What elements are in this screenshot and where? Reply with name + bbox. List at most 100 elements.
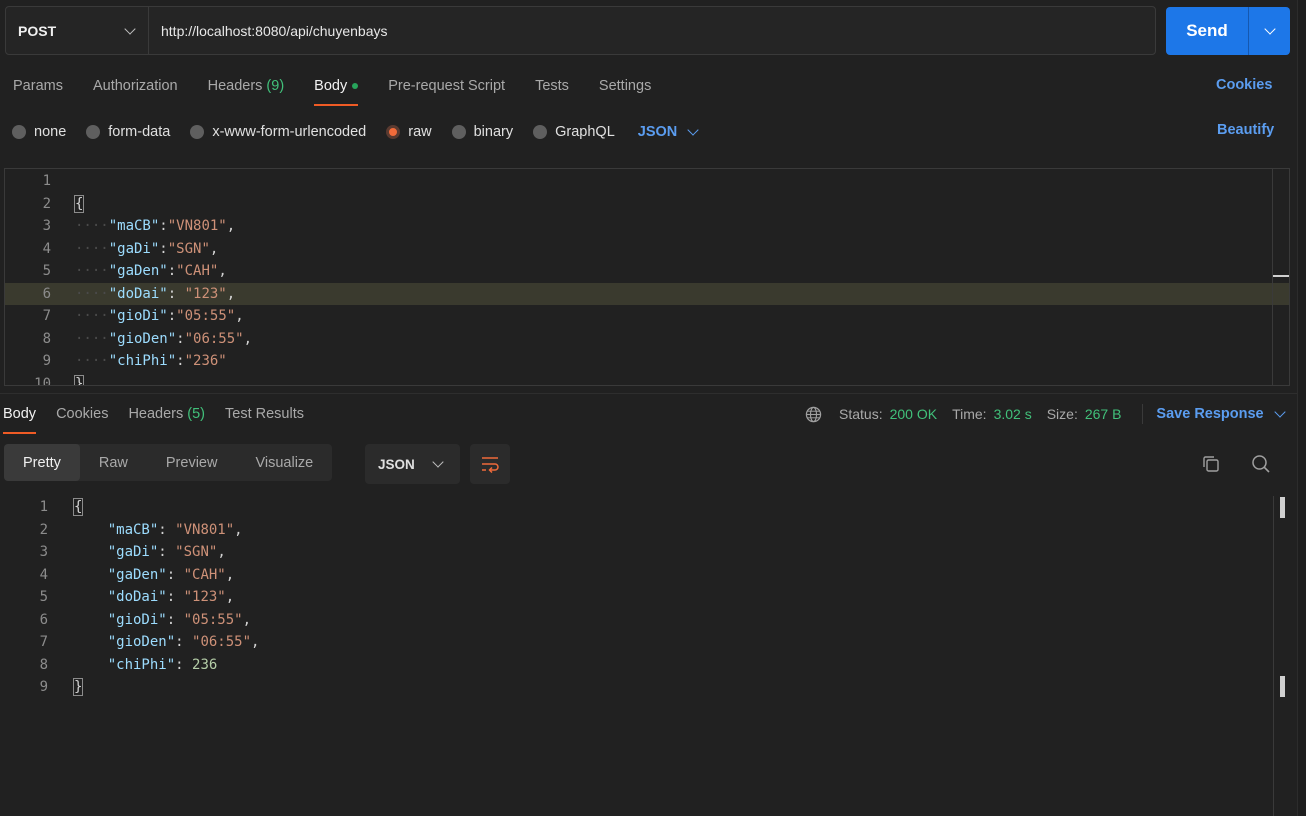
code-text: ····"gaDi":"SGN", [51,238,218,261]
wrap-lines-button[interactable] [470,444,510,484]
json-key: "maCB" [107,521,159,538]
window-edge [1297,0,1306,816]
radio-label: none [34,124,67,140]
save-response-button[interactable]: Save Response [1156,406,1286,422]
separator [1142,404,1144,424]
radio-form-data[interactable]: form-data [86,124,170,140]
time-value[interactable]: 3.02 s [994,406,1032,422]
colon: : [176,353,185,369]
url-input[interactable] [149,7,1155,54]
viewer-line: 5 "doDai": "123", [0,586,1290,609]
comma: , [218,263,227,279]
radio-circle [451,125,466,139]
cookies-link[interactable]: Cookies [1216,77,1272,93]
radio-circle [190,125,205,139]
headers-count-badge: (5) [187,406,205,422]
viewer-line: 2 "maCB": "VN801", [0,519,1290,542]
globe-icon[interactable] [805,406,822,423]
editor-scrollbar[interactable] [1272,169,1289,385]
json-value: "CAH" [176,263,219,279]
tab-label: Test Results [225,406,304,422]
brace: } [73,374,85,385]
json-key: "gioDi" [108,308,168,324]
search-button[interactable] [1249,452,1273,476]
line-number: 2 [39,521,48,538]
radio-label: GraphQL [555,124,615,140]
response-format-select[interactable]: JSON [365,444,460,484]
json-value: "06:55" [192,634,252,650]
tab-body[interactable]: Body [314,70,359,106]
tab-authorization[interactable]: Authorization [93,70,178,102]
pane-divider[interactable] [0,393,1306,394]
tab-pre-request-script[interactable]: Pre-request Script [388,70,505,102]
colon: : [159,218,168,234]
tab-headers[interactable]: Headers (9) [208,70,285,102]
method-label: POST [18,22,57,39]
copy-icon [1203,456,1219,472]
body-format-select[interactable]: JSON [638,124,699,140]
view-raw[interactable]: Raw [80,444,147,481]
tab-test-results[interactable]: Test Results [225,398,304,430]
radio-none[interactable]: none [12,124,66,140]
json-key: "gaDen" [107,566,167,583]
scroll-thumb[interactable] [1280,497,1285,518]
size-label: Size: [1046,406,1078,422]
colon: : [166,589,184,605]
json-value: "SGN" [167,240,210,257]
view-preview[interactable]: Preview [147,444,237,481]
line-number: 5 [42,263,51,279]
radio-graphql[interactable]: GraphQL [533,124,615,140]
beautify-link[interactable]: Beautify [1217,122,1274,138]
response-body-viewer[interactable]: 1{ 2 "maCB": "VN801", 3 "gaDi": "SGN", 4… [0,496,1290,816]
editor-line: 3 ····"maCB":"VN801", [5,215,1289,238]
code-text: } [48,676,84,699]
tab-response-headers[interactable]: Headers (5) [128,398,205,430]
line-number: 3 [39,544,48,560]
json-value: 236 [192,656,218,673]
copy-button[interactable] [1199,452,1223,476]
view-pretty[interactable]: Pretty [4,444,80,481]
brace: { [72,498,84,516]
radio-raw[interactable]: raw [386,124,432,140]
response-format-label: JSON [378,456,415,472]
status-label: Status: [839,406,883,422]
viewer-line: 3 "gaDi": "SGN", [0,541,1290,564]
response-scroll-track [1273,496,1274,816]
tab-label: Body [3,406,37,422]
radio-x-www-form-urlencoded[interactable]: x-www-form-urlencoded [190,124,366,140]
editor-line-current: 6 ····"doDai": "123", [5,282,1289,305]
comma: , [243,330,253,347]
tab-tests[interactable]: Tests [535,70,569,102]
colon: : [166,566,184,583]
tab-settings[interactable]: Settings [599,70,651,102]
editor-line: 2{ [5,193,1289,216]
editor-line: 1 [5,170,1289,193]
tab-params[interactable]: Params [13,70,63,102]
tab-label: Cookies [56,406,109,422]
radio-binary[interactable]: binary [451,124,513,140]
status-value[interactable]: 200 OK [890,406,937,422]
send-options-button[interactable] [1249,7,1290,55]
json-key: "gioDen" [107,634,176,650]
json-value: "VN801" [175,521,235,538]
whitespace-marker: ···· [75,218,109,234]
tab-response-cookies[interactable]: Cookies [56,398,108,430]
tab-label: Settings [598,78,652,94]
viewer-line: 6 "gioDi": "05:55", [0,609,1290,632]
code-text: ····"gaDen":"CAH", [51,260,227,283]
send-button[interactable]: Send [1166,7,1249,55]
comma: , [225,566,235,583]
response-status-bar: Status: 200 OK Time: 3.02 s Size: 267 B … [805,404,1286,424]
request-body-editor[interactable]: 1 2{ 3 ····"maCB":"VN801", 4 ····"gaDi":"S… [4,168,1290,386]
view-visualize[interactable]: Visualize [236,444,332,481]
method-select[interactable]: POST [6,7,149,54]
line-number: 6 [39,611,48,628]
json-key: "gioDi" [107,611,167,628]
tab-response-body[interactable]: Body [3,398,37,434]
size-value[interactable]: 267 B [1085,406,1122,422]
time-label: Time: [952,406,987,422]
comma: , [217,544,226,560]
colon: : [158,521,176,538]
json-value: "06:55" [184,330,244,347]
code-text: "doDai": "123", [48,586,234,609]
